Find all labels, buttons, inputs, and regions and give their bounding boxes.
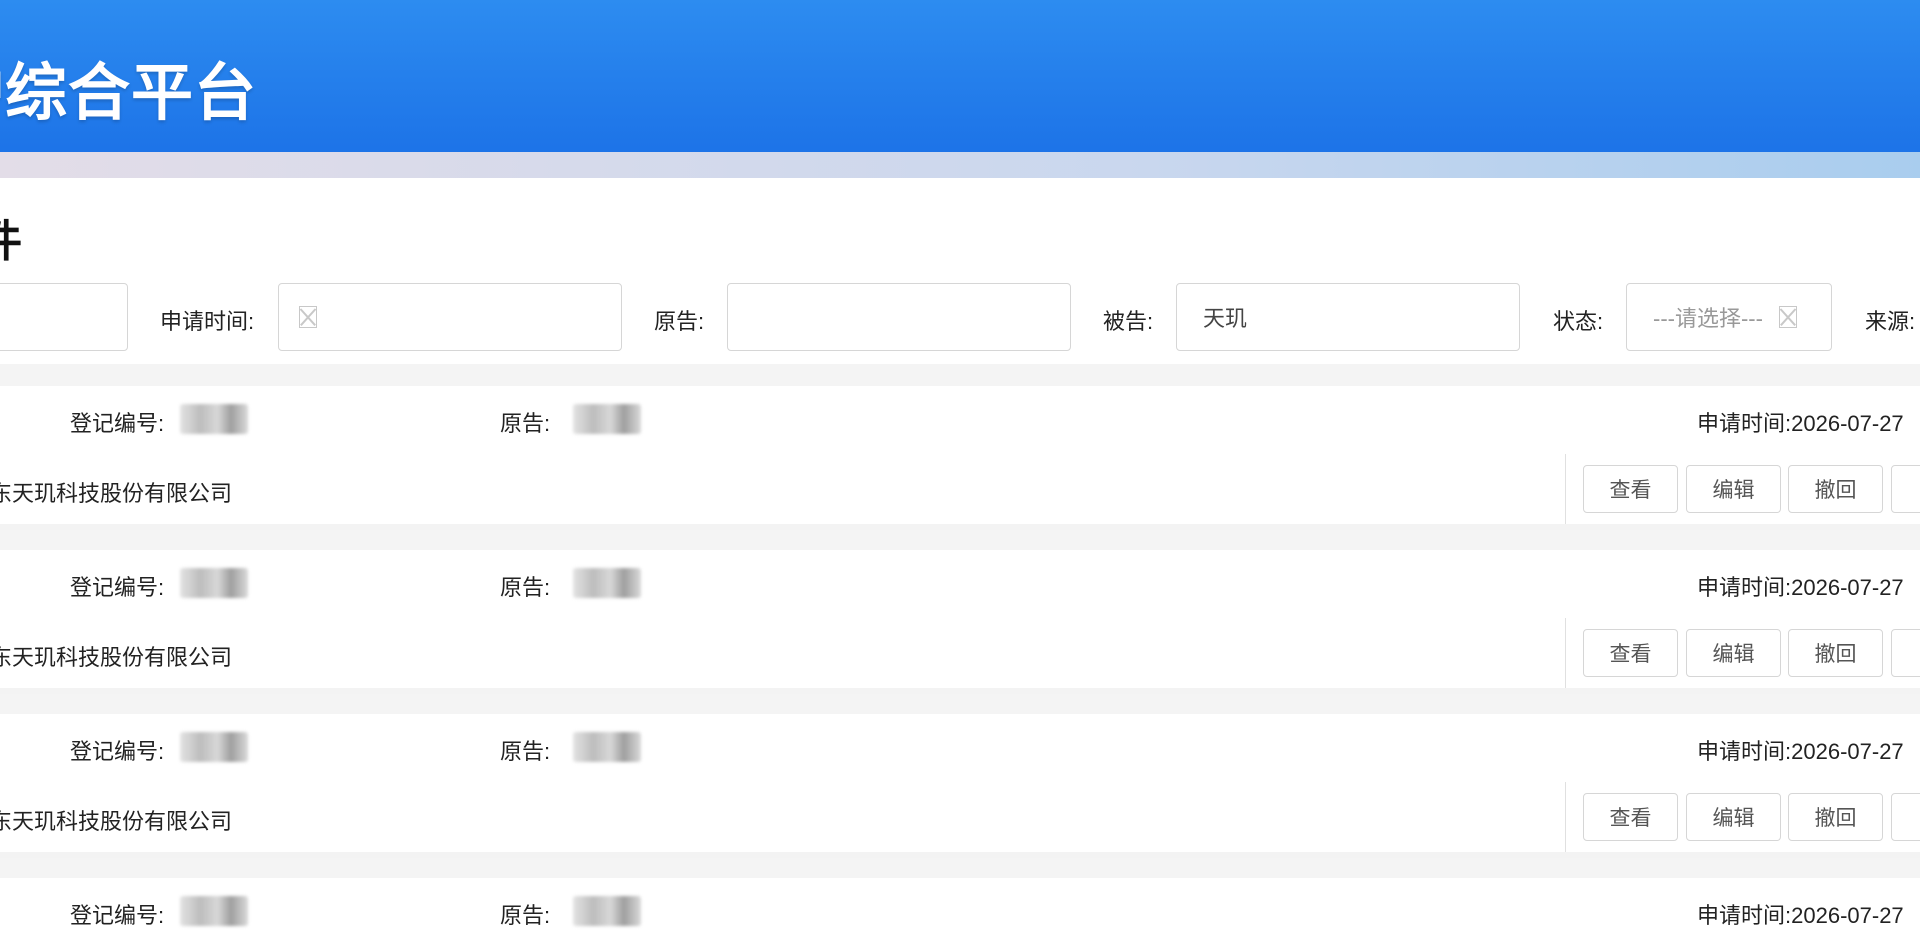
apply-time-label: 申请时间: (160, 309, 255, 334)
registration-number-value (180, 732, 248, 762)
page-title: 件 (0, 205, 22, 269)
apply-time-label: 申请时间: (1697, 903, 1792, 928)
calendar-icon (299, 306, 317, 328)
plaintiff-value (573, 732, 641, 762)
app-header: 护综合平台 (0, 0, 1920, 178)
list-item: 登记编号: 原告: 申请时间:2026-07-27 (0, 878, 1920, 940)
source-label: 来源: (1865, 309, 1916, 334)
edit-button[interactable]: 编辑 (1686, 465, 1781, 513)
registration-number-label: 登记编号: (70, 739, 165, 764)
edit-button[interactable]: 编辑 (1686, 793, 1781, 841)
plaintiff-label: 原告: (500, 575, 551, 600)
list-item-body: 东天玑科技股份有限公司 查看 编辑 撤回 (0, 782, 1920, 858)
list-item-header: 登记编号: 原告: 申请时间:2026-07-27 (0, 386, 1920, 455)
more-button[interactable] (1891, 793, 1920, 841)
defendant-name: 东天玑科技股份有限公司 (0, 645, 233, 670)
list-item: 登记编号: 原告: 申请时间:2026-07-27 东天玑科技股份有限公司 查看… (0, 550, 1920, 694)
plaintiff-input[interactable] (727, 283, 1071, 351)
withdraw-button[interactable]: 撤回 (1788, 629, 1883, 677)
status-select-placeholder: ---请选择--- (1653, 306, 1763, 331)
plaintiff-value (573, 404, 641, 434)
plaintiff-value (573, 568, 641, 598)
view-button[interactable]: 查看 (1583, 629, 1678, 677)
list-separator (0, 530, 1920, 550)
apply-time: 申请时间:2026-07-27 (1697, 898, 1904, 930)
list-separator (0, 694, 1920, 714)
defendant-label: 被告: (1103, 309, 1154, 334)
status-label: 状态: (1553, 309, 1604, 334)
registration-number-input[interactable] (0, 283, 128, 351)
plaintiff-label: 原告: (654, 309, 705, 334)
list-item-body: 东天玑科技股份有限公司 查看 编辑 撤回 (0, 618, 1920, 694)
select-arrow-icon (1778, 306, 1797, 328)
edit-button[interactable]: 编辑 (1686, 629, 1781, 677)
defendant-name: 东天玑科技股份有限公司 (0, 481, 233, 506)
defendant-input[interactable]: 天玑 (1176, 283, 1520, 351)
apply-time-input[interactable] (278, 283, 622, 351)
app-title: 护综合平台 (0, 56, 258, 129)
withdraw-button[interactable]: 撤回 (1788, 465, 1883, 513)
apply-time-value: 2026-07-27 (1791, 903, 1904, 928)
more-button[interactable] (1891, 629, 1920, 677)
list-item-header: 登记编号: 原告: 申请时间:2026-07-27 (0, 878, 1920, 940)
apply-time: 申请时间:2026-07-27 (1697, 406, 1904, 438)
view-button[interactable]: 查看 (1583, 793, 1678, 841)
list-item-body: 东天玑科技股份有限公司 查看 编辑 撤回 (0, 454, 1920, 530)
view-button[interactable]: 查看 (1583, 465, 1678, 513)
apply-time-label: 申请时间: (1697, 739, 1792, 764)
plaintiff-value (573, 896, 641, 926)
registration-number-label: 登记编号: (70, 575, 165, 600)
defendant-name: 东天玑科技股份有限公司 (0, 809, 233, 834)
registration-number-label: 登记编号: (70, 903, 165, 928)
registration-number-value (180, 404, 248, 434)
list-item-header: 登记编号: 原告: 申请时间:2026-07-27 (0, 550, 1920, 619)
plaintiff-label: 原告: (500, 739, 551, 764)
apply-time-value: 2026-07-27 (1791, 411, 1904, 436)
registration-number-label: 登记编号: (70, 411, 165, 436)
apply-time: 申请时间:2026-07-27 (1697, 570, 1904, 602)
status-select[interactable]: ---请选择--- (1626, 283, 1832, 351)
apply-time-label: 申请时间: (1697, 411, 1792, 436)
more-button[interactable] (1891, 465, 1920, 513)
registration-number-value (180, 568, 248, 598)
list-separator (0, 364, 1920, 386)
withdraw-button[interactable]: 撤回 (1788, 793, 1883, 841)
operations-divider (1565, 782, 1566, 852)
defendant-input-value: 天玑 (1203, 306, 1248, 331)
apply-time: 申请时间:2026-07-27 (1697, 734, 1904, 766)
operations-divider (1565, 618, 1566, 688)
list-item: 登记编号: 原告: 申请时间:2026-07-27 东天玑科技股份有限公司 查看… (0, 386, 1920, 530)
plaintiff-label: 原告: (500, 903, 551, 928)
list-item: 登记编号: 原告: 申请时间:2026-07-27 东天玑科技股份有限公司 查看… (0, 714, 1920, 858)
plaintiff-label: 原告: (500, 411, 551, 436)
apply-time-value: 2026-07-27 (1791, 739, 1904, 764)
apply-time-value: 2026-07-27 (1791, 575, 1904, 600)
apply-time-label: 申请时间: (1697, 575, 1792, 600)
list-separator (0, 858, 1920, 878)
registration-number-value (180, 896, 248, 926)
operations-divider (1565, 454, 1566, 524)
list-item-header: 登记编号: 原告: 申请时间:2026-07-27 (0, 714, 1920, 783)
